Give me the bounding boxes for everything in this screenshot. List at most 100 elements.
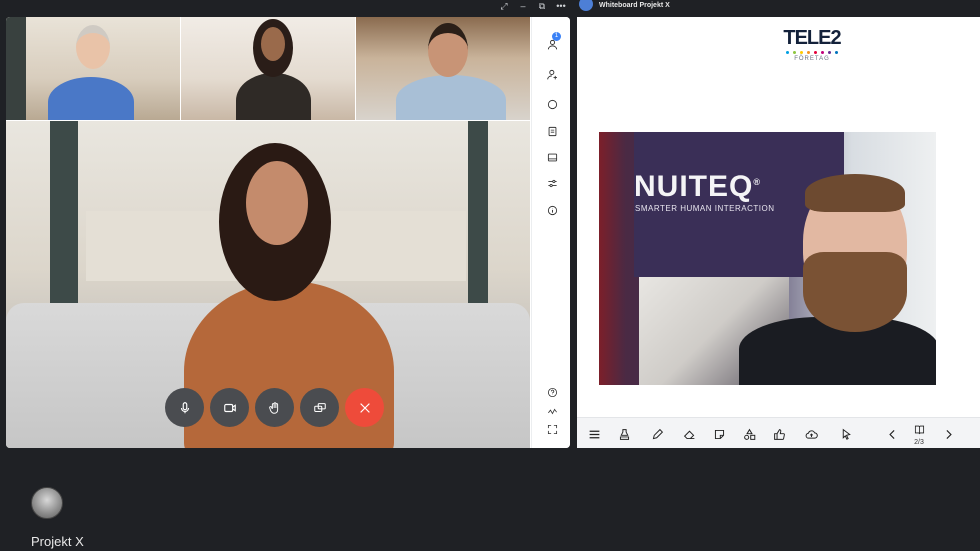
shapes-tool[interactable] [741, 426, 757, 442]
menu-icon [589, 430, 599, 438]
notes-button[interactable] [545, 124, 559, 138]
tele2-logo-sub: FÖRETAG [794, 56, 830, 62]
participant-tile-3[interactable] [356, 17, 530, 120]
settings-button[interactable] [545, 176, 559, 190]
window-controls: ⤢ – ⧉ ••• [498, 0, 567, 11]
layout-button[interactable] [545, 150, 559, 164]
nuiteq-registered-mark: ® [753, 177, 761, 187]
whiteboard-title: Whiteboard Projekt X [599, 2, 670, 9]
participants-badge: 1 [552, 32, 561, 41]
fullscreen-button[interactable] [545, 422, 559, 436]
help-icon [547, 387, 557, 397]
shapes-icon [743, 428, 755, 440]
tele2-logo-dot [821, 51, 824, 54]
pointer-icon [842, 428, 851, 440]
previous-page-button[interactable] [884, 426, 900, 442]
video-call-panel: 1 [6, 17, 570, 448]
reaction-tool[interactable] [771, 426, 787, 442]
popout-icon[interactable]: ⧉ [536, 1, 548, 11]
cloud-upload-icon [805, 429, 818, 439]
menu-button[interactable] [586, 426, 602, 442]
speaker-face [246, 161, 308, 245]
share-screen-icon [313, 402, 326, 412]
layout-icon [547, 153, 557, 161]
eraser-tool[interactable] [681, 426, 697, 442]
call-controls [165, 388, 384, 427]
active-speaker-tile[interactable] [6, 121, 530, 448]
participant-body [236, 73, 311, 120]
tele2-logo-text: TELE2 [783, 27, 841, 49]
share-screen-button[interactable] [300, 388, 339, 427]
whiteboard-photo[interactable]: NUITEQ® SMARTER HUMAN INTERACTION [599, 132, 936, 385]
tele2-logo-dot [786, 51, 789, 54]
fullscreen-icon [547, 424, 557, 434]
page-indicator-text: 2/3 [914, 439, 924, 446]
participant-tile-1[interactable] [6, 17, 180, 120]
microphone-button[interactable] [165, 388, 204, 427]
participant-head [428, 23, 468, 77]
stamp-tool[interactable] [616, 426, 632, 442]
room-name: Projekt X [31, 534, 84, 549]
expand-icon[interactable]: ⤢ [498, 1, 510, 11]
whiteboard-avatar [579, 0, 593, 11]
raise-hand-button[interactable] [255, 388, 294, 427]
eraser-icon [683, 430, 694, 439]
whiteboard-panel[interactable]: TELE2 FÖRETAG NUITEQ® SMARTER HUMAN INTE… [577, 17, 980, 448]
presenter-hair [805, 174, 905, 212]
activity-icon [547, 408, 557, 414]
notes-icon [548, 126, 556, 136]
more-icon[interactable]: ••• [555, 1, 567, 11]
page-indicator[interactable]: 2/3 [911, 422, 927, 446]
pointer-tool[interactable] [838, 426, 854, 442]
sticky-note-tool[interactable] [711, 426, 727, 442]
end-call-icon [359, 402, 370, 413]
tele2-logo-dot [807, 51, 810, 54]
room-avatar[interactable] [31, 487, 63, 519]
window-frame [468, 121, 488, 303]
help-button[interactable] [545, 385, 559, 399]
participants-button[interactable]: 1 [545, 32, 561, 51]
sticky-note-icon [714, 429, 724, 439]
tele2-logo-dot [814, 51, 817, 54]
profile-icon [546, 69, 557, 79]
participant-body [396, 75, 506, 120]
pen-icon [652, 428, 663, 439]
participant-head [261, 27, 285, 61]
tele2-logo-dots [782, 51, 842, 54]
microphone-icon [180, 401, 189, 413]
next-page-button[interactable] [940, 426, 956, 442]
window-frame [50, 121, 78, 303]
chevron-left-icon [888, 429, 895, 439]
pages-icon [914, 425, 924, 435]
info-icon [547, 205, 557, 215]
nuiteq-banner-subtitle: SMARTER HUMAN INTERACTION [635, 204, 775, 213]
tele2-logo-dot [793, 51, 796, 54]
nuiteq-title-text: NUITEQ [634, 170, 754, 203]
thumbs-up-icon [773, 428, 785, 440]
activity-button[interactable] [545, 404, 559, 418]
camera-button[interactable] [210, 388, 249, 427]
nuiteq-banner-title: NUITEQ® [634, 170, 761, 204]
raise-hand-icon [268, 401, 278, 414]
tele2-logo-dot [835, 51, 838, 54]
participant-head [76, 25, 110, 69]
stamp-icon [619, 428, 629, 440]
tele2-logo-dot [828, 51, 831, 54]
participant-tile-2[interactable] [181, 17, 355, 120]
chevron-right-icon [945, 429, 952, 439]
upload-tool[interactable] [803, 426, 819, 442]
info-button[interactable] [545, 203, 559, 217]
end-call-button[interactable] [345, 388, 384, 427]
window-frame [6, 17, 26, 120]
whiteboard-toolbar: 2/3 [577, 417, 980, 448]
presenter-beard [803, 252, 907, 332]
settings-sliders-icon [547, 179, 557, 187]
whiteboard-header: Whiteboard Projekt X [579, 0, 670, 11]
minimize-icon[interactable]: – [517, 1, 529, 11]
call-side-rail: 1 [531, 17, 570, 448]
pen-tool[interactable] [649, 426, 665, 442]
profile-button[interactable] [545, 67, 559, 81]
participant-body [48, 77, 134, 120]
camera-icon [223, 403, 236, 412]
chat-button[interactable] [545, 97, 559, 111]
